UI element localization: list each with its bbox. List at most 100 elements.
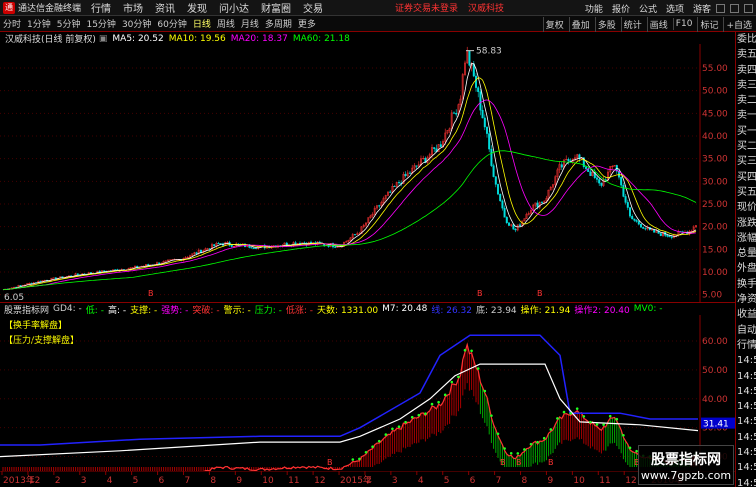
maximize-icon[interactable] [730, 3, 739, 13]
ind-m7: M7: 20.48 [382, 304, 428, 314]
main-kline-chart[interactable]: 55.00 50.00 45.00 40.00 35.00 30.00 25.00 20.00… [0, 44, 735, 302]
tab-more[interactable]: 更多 [298, 17, 316, 30]
tab-30min[interactable]: 30分钟 [122, 17, 151, 30]
btn-restore-rights[interactable]: 复权 [542, 16, 566, 32]
candle-body [596, 177, 599, 180]
chart-menu-icon[interactable]: ▣ [99, 34, 108, 44]
signal-dot [483, 389, 487, 393]
watermark-url: www.7gpzb.com [640, 469, 732, 482]
login-status[interactable]: 证券交易未登录 [395, 1, 458, 14]
quote-field[interactable]: 买五 [736, 185, 756, 200]
ind-main-line [198, 342, 697, 471]
menu-formula[interactable]: 公式 [639, 2, 657, 15]
btn-multi-stock[interactable]: 多股 [594, 16, 618, 32]
quote-field[interactable]: 卖三 [736, 78, 756, 93]
tab-monthly[interactable]: 月线 [241, 17, 259, 30]
tab-daily[interactable]: 日线 [193, 17, 211, 30]
candle-body [659, 233, 662, 236]
menu-item-news[interactable]: 资讯 [155, 0, 175, 15]
btn-overlay[interactable]: 叠加 [568, 16, 592, 32]
ma10-line [2, 77, 697, 291]
quote-field[interactable]: 卖五 [736, 47, 756, 62]
tab-60min[interactable]: 60分钟 [157, 17, 186, 30]
quote-field[interactable]: 自动 [736, 323, 756, 338]
tab-15min[interactable]: 15分钟 [86, 17, 115, 30]
quote-field[interactable]: 14:5 [736, 384, 756, 399]
quote-field[interactable]: 总量 [736, 246, 756, 261]
candle-body [541, 202, 544, 204]
tab-weekly[interactable]: 周线 [217, 17, 235, 30]
ma60-line [2, 150, 697, 291]
quote-field[interactable]: 14:5 [736, 476, 756, 487]
quote-field[interactable]: 涨幅 [736, 231, 756, 246]
btn-mark[interactable]: 标记 [697, 16, 720, 32]
indicator-name[interactable]: 股票指标网 [4, 303, 49, 316]
x-tick-label: 7 [184, 476, 190, 486]
right-quote-panel: 委比 卖五 卖四 卖三 卖二 卖一 买一 买二 买三 买四 买五 现价 涨跌 涨幅 总量 外盘 换手 净资 收益 自动… [735, 32, 756, 487]
candle-body [635, 220, 638, 222]
btn-draw-line[interactable]: 画线 [646, 16, 670, 32]
menu-item-discover[interactable]: 发现 [187, 0, 207, 15]
quote-field[interactable]: 14:5 [736, 414, 756, 429]
signal-dot [404, 420, 407, 424]
quote-field[interactable]: 现价 [736, 200, 756, 215]
signal-dot [608, 414, 612, 418]
quote-field[interactable]: 净资 [736, 292, 756, 307]
tab-multi-period[interactable]: 多周期 [265, 17, 292, 30]
quote-field[interactable]: 卖二 [736, 93, 756, 108]
quote-field[interactable]: 卖一 [736, 108, 756, 123]
menu-quote[interactable]: 报价 [612, 2, 630, 15]
menu-item-ask[interactable]: 问小达 [219, 0, 249, 15]
signal-dot [556, 417, 559, 420]
quote-field[interactable]: 买三 [736, 154, 756, 169]
quote-field[interactable]: 外盘 [736, 261, 756, 276]
quote-field[interactable]: 14:5 [736, 445, 756, 460]
candle-body [668, 236, 671, 238]
signal-dot [589, 420, 592, 424]
menu-options[interactable]: 选项 [666, 2, 684, 15]
quote-field[interactable]: 收益 [736, 307, 756, 322]
candle-body [481, 109, 484, 119]
signal-dot [602, 423, 605, 426]
indicator-chart[interactable]: 60.0050.0040.0030.0020.0031.41BBBBBBB [0, 315, 735, 471]
menu-item-quotes[interactable]: 行情 [91, 0, 111, 15]
ind-pressure: 压力: - [254, 305, 282, 316]
btn-f10[interactable]: F10 [672, 18, 695, 30]
menu-item-trade[interactable]: 交易 [303, 0, 323, 15]
candle-body [585, 166, 588, 169]
price-tick-label: 45.00 [702, 109, 728, 119]
quote-field[interactable]: 14:5 [736, 353, 756, 368]
quote-field[interactable]: 卖四 [736, 63, 756, 78]
tab-1min[interactable]: 1分钟 [27, 17, 51, 30]
quote-field[interactable]: 14:5 [736, 399, 756, 414]
tab-intraday[interactable]: 分时 [3, 17, 21, 30]
quote-field[interactable]: 买四 [736, 170, 756, 185]
current-price-tag-text: 31.41 [703, 420, 729, 430]
minimize-icon[interactable] [716, 3, 725, 13]
high-price-label: 58.83 [476, 47, 502, 57]
quote-field[interactable]: 行情 [736, 338, 756, 353]
ind-mv0: MV0: - [633, 304, 663, 314]
quote-field[interactable]: 14:5 [736, 369, 756, 384]
quote-field[interactable]: 买二 [736, 139, 756, 154]
quote-field[interactable]: 换手 [736, 277, 756, 292]
quote-field[interactable]: 14:5 [736, 460, 756, 475]
user-guest[interactable]: 游客 [693, 2, 711, 15]
price-tick-label: 35.00 [702, 155, 728, 165]
btn-statistics[interactable]: 统计 [620, 16, 644, 32]
tab-5min[interactable]: 5分钟 [57, 17, 81, 30]
menu-item-wealth[interactable]: 财富圈 [261, 0, 291, 15]
menu-function[interactable]: 功能 [585, 2, 603, 15]
menu-item-market[interactable]: 市场 [123, 0, 143, 15]
quote-field[interactable]: 委比 [736, 32, 756, 47]
signal-dot [384, 433, 388, 436]
ind-warning: 警示: - [223, 305, 251, 316]
quote-field[interactable]: 买一 [736, 124, 756, 139]
quote-field[interactable]: 涨跌 [736, 216, 756, 231]
signal-dot [437, 400, 440, 404]
candle-body [644, 228, 647, 230]
close-icon[interactable] [744, 3, 753, 13]
quote-field[interactable]: 14:5 [736, 430, 756, 445]
btn-add-watchlist[interactable]: +自选 [723, 16, 754, 32]
ma60-value: MA60: 21.18 [292, 33, 350, 44]
